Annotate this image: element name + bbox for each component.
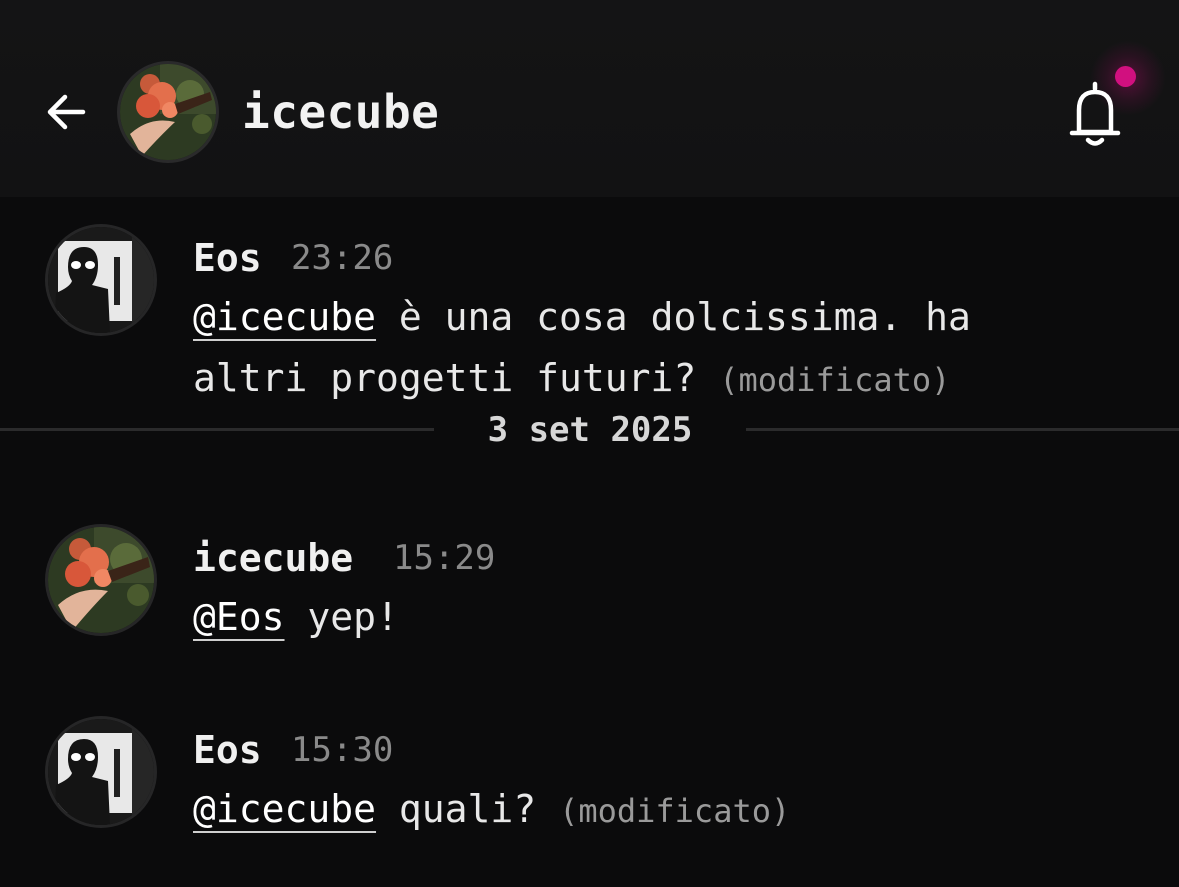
flower-photo-avatar bbox=[48, 527, 154, 633]
notification-dot bbox=[1115, 66, 1136, 87]
flower-photo-avatar bbox=[120, 64, 216, 160]
channel-avatar[interactable] bbox=[120, 64, 216, 160]
back-button[interactable] bbox=[40, 86, 92, 138]
edited-label: (modificato) bbox=[719, 361, 951, 399]
avatar[interactable] bbox=[48, 227, 154, 333]
message-text: altri progetti futuri? bbox=[193, 356, 720, 400]
chat-header: icecube bbox=[0, 0, 1179, 197]
channel-title: icecube bbox=[242, 85, 440, 139]
eos-photo-avatar bbox=[48, 719, 154, 825]
message-text: quali? bbox=[376, 787, 560, 831]
message-content: @Eos yep! bbox=[193, 587, 1093, 648]
message-author[interactable]: icecube bbox=[193, 536, 353, 580]
bell-icon bbox=[1069, 81, 1121, 146]
message-content: @icecube è una cosa dolcissima. ha altri… bbox=[193, 287, 1093, 411]
message-author[interactable]: Eos bbox=[193, 728, 262, 772]
user-mention[interactable]: @icecube bbox=[193, 295, 376, 339]
chat-screen: icecube Eos 23:26 @icecube è una cosa do… bbox=[0, 0, 1179, 887]
date-divider-line bbox=[0, 428, 434, 431]
date-divider-line bbox=[746, 428, 1179, 431]
user-mention[interactable]: @Eos bbox=[193, 595, 285, 639]
edited-label: (modificato) bbox=[559, 792, 791, 830]
message-content: @icecube quali? (modificato) bbox=[193, 779, 1093, 842]
avatar[interactable] bbox=[48, 719, 154, 825]
message-timestamp: 15:30 bbox=[291, 730, 394, 770]
notifications-button[interactable] bbox=[1060, 74, 1130, 154]
user-mention[interactable]: @icecube bbox=[193, 787, 376, 831]
arrow-left-icon bbox=[47, 94, 86, 130]
message-timestamp: 15:29 bbox=[393, 538, 496, 578]
avatar[interactable] bbox=[48, 527, 154, 633]
message-text: è una cosa dolcissima. ha bbox=[376, 295, 971, 339]
eos-photo-avatar bbox=[48, 227, 154, 333]
message-text: yep! bbox=[284, 595, 399, 639]
message-timestamp: 23:26 bbox=[291, 238, 394, 278]
date-separator: 3 set 2025 bbox=[487, 410, 693, 450]
message-author[interactable]: Eos bbox=[193, 236, 262, 280]
